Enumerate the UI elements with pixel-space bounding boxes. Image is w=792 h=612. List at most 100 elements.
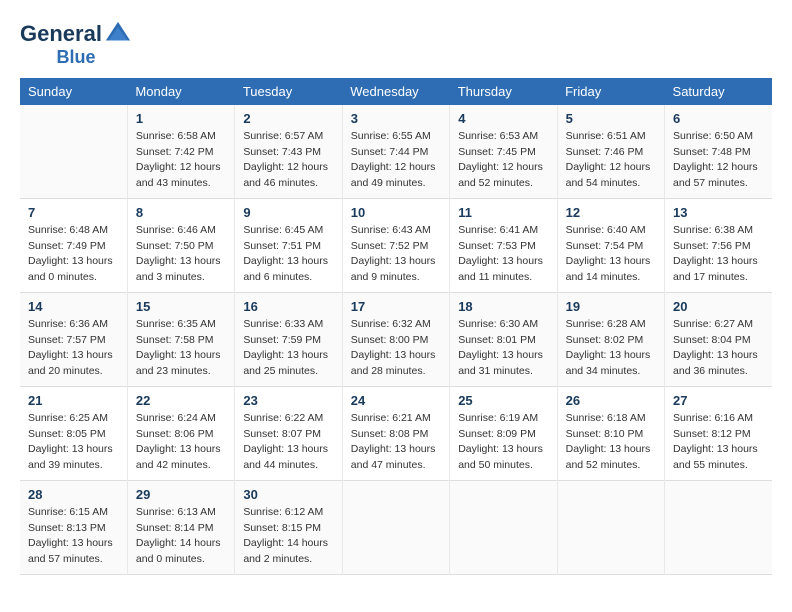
day-info: Sunrise: 6:55 AM Sunset: 7:44 PM Dayligh… — [351, 129, 441, 192]
column-headers: SundayMondayTuesdayWednesdayThursdayFrid… — [20, 78, 772, 105]
day-info: Sunrise: 6:45 AM Sunset: 7:51 PM Dayligh… — [243, 223, 333, 286]
calendar-body: 1Sunrise: 6:58 AM Sunset: 7:42 PM Daylig… — [20, 105, 772, 575]
day-number: 17 — [351, 299, 441, 314]
day-cell: 8 Sunrise: 6:46 AM Sunset: 7:50 PM Daylig… — [127, 198, 234, 292]
day-cell: 13 Sunrise: 6:38 AM Sunset: 7:56 PM Dayli… — [665, 198, 772, 292]
day-info: Sunrise: 6:43 AM Sunset: 7:52 PM Dayligh… — [351, 223, 441, 286]
day-cell: 3Sunrise: 6:55 AM Sunset: 7:44 PM Daylig… — [342, 105, 449, 199]
day-cell: 22 Sunrise: 6:24 AM Sunset: 8:06 PM Dayli… — [127, 386, 234, 480]
day-cell: 5 Sunrise: 6:51 AM Sunset: 7:46 PM Daylig… — [557, 105, 664, 199]
day-cell: 25 Sunrise: 6:19 AM Sunset: 8:09 PM Dayli… — [450, 386, 557, 480]
day-info: Sunrise: 6:18 AM Sunset: 8:10 PM Dayligh… — [566, 411, 656, 474]
day-cell: 21 Sunrise: 6:25 AM Sunset: 8:05 PM Dayli… — [20, 386, 127, 480]
day-cell: 27 Sunrise: 6:16 AM Sunset: 8:12 PM Dayli… — [665, 386, 772, 480]
day-info: Sunrise: 6:40 AM Sunset: 7:54 PM Dayligh… — [566, 223, 656, 286]
day-number: 7 — [28, 205, 119, 220]
day-info: Sunrise: 6:13 AM Sunset: 8:14 PM Dayligh… — [136, 505, 226, 568]
day-info: Sunrise: 6:28 AM Sunset: 8:02 PM Dayligh… — [566, 317, 656, 380]
day-info: Sunrise: 6:16 AM Sunset: 8:12 PM Dayligh… — [673, 411, 764, 474]
day-cell: 16 Sunrise: 6:33 AM Sunset: 7:59 PM Dayli… — [235, 292, 342, 386]
day-number: 18 — [458, 299, 548, 314]
day-info: Sunrise: 6:27 AM Sunset: 8:04 PM Dayligh… — [673, 317, 764, 380]
day-number: 29 — [136, 487, 226, 502]
day-number: 30 — [243, 487, 333, 502]
day-cell — [665, 480, 772, 574]
day-info: Sunrise: 6:15 AM Sunset: 8:13 PM Dayligh… — [28, 505, 119, 568]
day-cell: 1Sunrise: 6:58 AM Sunset: 7:42 PM Daylig… — [127, 105, 234, 199]
day-info: Sunrise: 6:57 AM Sunset: 7:43 PM Dayligh… — [243, 129, 333, 192]
day-number: 11 — [458, 205, 548, 220]
week-row-3: 14 Sunrise: 6:36 AM Sunset: 7:57 PM Dayli… — [20, 292, 772, 386]
day-info: Sunrise: 6:46 AM Sunset: 7:50 PM Dayligh… — [136, 223, 226, 286]
col-header-monday: Monday — [127, 78, 234, 105]
day-info: Sunrise: 6:58 AM Sunset: 7:42 PM Dayligh… — [136, 129, 226, 192]
day-info: Sunrise: 6:22 AM Sunset: 8:07 PM Dayligh… — [243, 411, 333, 474]
day-cell — [342, 480, 449, 574]
day-cell: 6Sunrise: 6:50 AM Sunset: 7:48 PM Daylig… — [665, 105, 772, 199]
day-info: Sunrise: 6:12 AM Sunset: 8:15 PM Dayligh… — [243, 505, 333, 568]
day-info: Sunrise: 6:30 AM Sunset: 8:01 PM Dayligh… — [458, 317, 548, 380]
day-cell: 18 Sunrise: 6:30 AM Sunset: 8:01 PM Dayli… — [450, 292, 557, 386]
day-info: Sunrise: 6:41 AM Sunset: 7:53 PM Dayligh… — [458, 223, 548, 286]
day-cell: 20 Sunrise: 6:27 AM Sunset: 8:04 PM Dayli… — [665, 292, 772, 386]
day-info: Sunrise: 6:36 AM Sunset: 7:57 PM Dayligh… — [28, 317, 119, 380]
col-header-tuesday: Tuesday — [235, 78, 342, 105]
day-cell: 12 Sunrise: 6:40 AM Sunset: 7:54 PM Dayli… — [557, 198, 664, 292]
day-cell: 19Sunrise: 6:28 AM Sunset: 8:02 PM Dayli… — [557, 292, 664, 386]
day-number: 2 — [243, 111, 333, 126]
logo-text: General — [20, 22, 102, 46]
day-cell — [20, 105, 127, 199]
day-number: 13 — [673, 205, 764, 220]
day-cell: 7Sunrise: 6:48 AM Sunset: 7:49 PM Daylig… — [20, 198, 127, 292]
day-number: 22 — [136, 393, 226, 408]
week-row-2: 7Sunrise: 6:48 AM Sunset: 7:49 PM Daylig… — [20, 198, 772, 292]
day-number: 14 — [28, 299, 119, 314]
day-number: 15 — [136, 299, 226, 314]
day-cell: 14 Sunrise: 6:36 AM Sunset: 7:57 PM Dayli… — [20, 292, 127, 386]
day-info: Sunrise: 6:33 AM Sunset: 7:59 PM Dayligh… — [243, 317, 333, 380]
day-cell: 17 Sunrise: 6:32 AM Sunset: 8:00 PM Dayli… — [342, 292, 449, 386]
day-number: 25 — [458, 393, 548, 408]
day-number: 23 — [243, 393, 333, 408]
day-number: 27 — [673, 393, 764, 408]
day-number: 6 — [673, 111, 764, 126]
day-number: 5 — [566, 111, 656, 126]
day-cell: 30 Sunrise: 6:12 AM Sunset: 8:15 PM Dayli… — [235, 480, 342, 574]
day-cell: 23 Sunrise: 6:22 AM Sunset: 8:07 PM Dayli… — [235, 386, 342, 480]
day-cell: 4 Sunrise: 6:53 AM Sunset: 7:45 PM Daylig… — [450, 105, 557, 199]
day-number: 16 — [243, 299, 333, 314]
day-number: 20 — [673, 299, 764, 314]
day-cell: 26 Sunrise: 6:18 AM Sunset: 8:10 PM Dayli… — [557, 386, 664, 480]
day-cell: 10Sunrise: 6:43 AM Sunset: 7:52 PM Dayli… — [342, 198, 449, 292]
day-info: Sunrise: 6:51 AM Sunset: 7:46 PM Dayligh… — [566, 129, 656, 192]
day-number: 12 — [566, 205, 656, 220]
day-number: 21 — [28, 393, 119, 408]
day-number: 8 — [136, 205, 226, 220]
col-header-sunday: Sunday — [20, 78, 127, 105]
logo: General Blue — [20, 20, 132, 68]
day-info: Sunrise: 6:25 AM Sunset: 8:05 PM Dayligh… — [28, 411, 119, 474]
day-cell: 28 Sunrise: 6:15 AM Sunset: 8:13 PM Dayli… — [20, 480, 127, 574]
calendar-table: SundayMondayTuesdayWednesdayThursdayFrid… — [20, 78, 772, 575]
day-cell — [450, 480, 557, 574]
day-info: Sunrise: 6:32 AM Sunset: 8:00 PM Dayligh… — [351, 317, 441, 380]
col-header-saturday: Saturday — [665, 78, 772, 105]
day-number: 4 — [458, 111, 548, 126]
day-info: Sunrise: 6:24 AM Sunset: 8:06 PM Dayligh… — [136, 411, 226, 474]
day-number: 24 — [351, 393, 441, 408]
day-cell: 2 Sunrise: 6:57 AM Sunset: 7:43 PM Daylig… — [235, 105, 342, 199]
day-cell: 11 Sunrise: 6:41 AM Sunset: 7:53 PM Dayli… — [450, 198, 557, 292]
day-cell: 9 Sunrise: 6:45 AM Sunset: 7:51 PM Daylig… — [235, 198, 342, 292]
week-row-4: 21 Sunrise: 6:25 AM Sunset: 8:05 PM Dayli… — [20, 386, 772, 480]
day-number: 26 — [566, 393, 656, 408]
day-info: Sunrise: 6:19 AM Sunset: 8:09 PM Dayligh… — [458, 411, 548, 474]
day-number: 28 — [28, 487, 119, 502]
col-header-thursday: Thursday — [450, 78, 557, 105]
day-info: Sunrise: 6:53 AM Sunset: 7:45 PM Dayligh… — [458, 129, 548, 192]
day-number: 9 — [243, 205, 333, 220]
day-info: Sunrise: 6:35 AM Sunset: 7:58 PM Dayligh… — [136, 317, 226, 380]
logo-blue: Blue — [56, 48, 95, 68]
day-info: Sunrise: 6:38 AM Sunset: 7:56 PM Dayligh… — [673, 223, 764, 286]
col-header-wednesday: Wednesday — [342, 78, 449, 105]
day-cell — [557, 480, 664, 574]
